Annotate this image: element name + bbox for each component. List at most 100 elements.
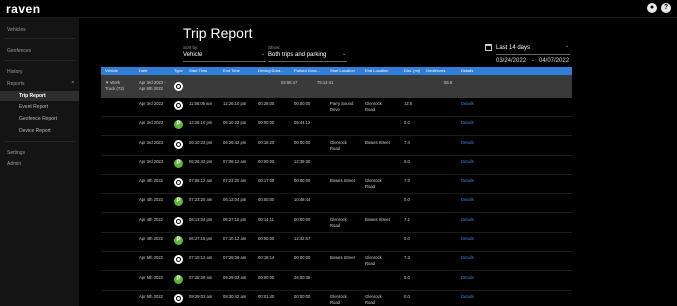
cell-parked: 00:00:00 bbox=[294, 294, 311, 299]
steering-wheel-icon bbox=[174, 140, 183, 149]
cell-end-location: Glenrock bbox=[365, 101, 382, 106]
table-row[interactable]: Apr 3rd 2022 12:26:10 pm 06:10:22 pm 00:00:… bbox=[101, 117, 572, 136]
column-header[interactable]: Details bbox=[461, 68, 473, 73]
cell-start-location: Glenrock bbox=[330, 217, 347, 222]
cell-start-time: 11:58:05 am bbox=[189, 101, 212, 106]
sidebar-item-settings[interactable]: Settings bbox=[7, 150, 25, 156]
cell-start-location: Drive bbox=[330, 107, 340, 112]
cell-dist: 7.2 bbox=[404, 217, 410, 222]
column-header[interactable]: Start Time bbox=[189, 68, 207, 73]
column-header[interactable]: Dist. (mi) bbox=[404, 68, 420, 73]
sidebar-item-geofence-report[interactable]: Geofence Report bbox=[0, 114, 79, 124]
cell-date: Apr 4th 2022 bbox=[139, 178, 163, 183]
chevron-up-icon[interactable]: ^ bbox=[72, 81, 74, 87]
cell-start-location: Bowes Street bbox=[330, 178, 355, 183]
cell-start-time: 06:27:15 pm bbox=[189, 236, 213, 241]
details-link[interactable]: Details bbox=[461, 140, 474, 146]
cell-end-time: 09:29:02 am bbox=[223, 275, 247, 280]
show-label: Show: bbox=[268, 45, 281, 50]
table-row[interactable]: Apr 4th 2022 06:13:04 pm 06:27:15 pm 00:14:… bbox=[101, 214, 572, 233]
column-header[interactable]: Geofences bbox=[426, 68, 445, 73]
cell-driving: 00:00:00 bbox=[258, 197, 275, 202]
cell-parked: 12:42:57 bbox=[294, 236, 311, 241]
steering-wheel-icon bbox=[174, 217, 183, 226]
cell-end-location: Road bbox=[365, 184, 376, 189]
cell-start-location: Road bbox=[330, 223, 341, 228]
details-link[interactable]: Details bbox=[461, 294, 474, 300]
date-from-input[interactable]: 03/24/2022 bbox=[496, 58, 526, 64]
table-row[interactable]: Apr 4th 2022 06:27:15 pm 07:10:12 am 00:00:… bbox=[101, 233, 572, 252]
column-header[interactable]: Vehicle bbox=[105, 68, 118, 73]
sidebar-divider bbox=[4, 141, 75, 142]
details-link[interactable]: Details bbox=[461, 178, 474, 184]
details-link[interactable]: Details bbox=[461, 159, 474, 165]
sidebar-item-admin[interactable]: Admin bbox=[7, 161, 21, 167]
column-header[interactable]: End Location bbox=[365, 68, 388, 73]
cell-date: Apr 4th 2022 bbox=[139, 217, 163, 222]
date-separator: - bbox=[532, 58, 534, 64]
cell-start-location: Road bbox=[330, 300, 341, 305]
table-row[interactable]: Apr 3rd 2022 11:58:05 am 12:26:10 pm 00:28:… bbox=[101, 98, 572, 117]
calendar-icon[interactable] bbox=[485, 44, 492, 51]
sidebar-item-trip-report[interactable]: Trip Report bbox=[0, 91, 79, 101]
sidebar-item-vehicles[interactable]: Vehicles bbox=[7, 27, 26, 33]
sidebar-divider bbox=[4, 60, 75, 61]
details-link[interactable]: Details bbox=[461, 217, 474, 223]
details-link[interactable]: Details bbox=[461, 197, 474, 203]
date-to-input[interactable]: 04/07/2022 bbox=[539, 58, 569, 64]
details-link[interactable]: Details bbox=[461, 120, 474, 126]
parking-icon: P bbox=[174, 197, 183, 206]
table-row[interactable]: Apr 4th 2022 07:23:20 am 06:13:04 pm 00:00:… bbox=[101, 194, 572, 213]
table-row[interactable]: Apr 5th 2022 07:10:12 am 07:28:26 am 00:18:… bbox=[101, 252, 572, 271]
table-row[interactable]: Apr 5th 2022 07:28:26 am 09:29:02 am 00:00:… bbox=[101, 272, 572, 291]
group-date-line1: Apr 3rd 2022 - bbox=[139, 80, 166, 85]
group-row[interactable]: ▼ Work Truck (73) Apr 3rd 2022 - Apr 6th… bbox=[101, 75, 572, 98]
cell-start-time: 09:29:02 am bbox=[189, 294, 213, 299]
cell-start-time: 06:10:22 pm bbox=[189, 140, 213, 145]
cell-end-time: 07:06:12 am bbox=[223, 159, 247, 164]
group-vehicle-line1[interactable]: ▼ Work bbox=[105, 80, 120, 86]
sidebar-item-history[interactable]: History bbox=[7, 69, 23, 75]
show-select[interactable]: Both trips and parking bbox=[268, 52, 326, 58]
cell-parked: 10:49:44 bbox=[294, 197, 311, 202]
column-header[interactable]: End Time bbox=[223, 68, 240, 73]
cell-driving: 00:16:20 bbox=[258, 140, 275, 145]
range-select[interactable]: Last 14 days bbox=[496, 45, 530, 51]
sidebar-item-geofences[interactable]: Geofences bbox=[7, 48, 31, 54]
chevron-down-icon[interactable]: ⌄ bbox=[342, 51, 346, 57]
cell-start-time: 07:23:20 am bbox=[189, 197, 213, 202]
cell-date: Apr 4th 2022 bbox=[139, 236, 163, 241]
cell-dist: 7.3 bbox=[404, 255, 410, 260]
table-row[interactable]: Apr 3rd 2022 06:26:42 pm 07:06:12 am 00:00:… bbox=[101, 156, 572, 175]
table-row[interactable]: Apr 4th 2022 07:06:12 am 07:23:20 am 00:17:… bbox=[101, 175, 572, 194]
cell-dist: 12.0 bbox=[404, 101, 413, 106]
details-link[interactable]: Details bbox=[461, 275, 474, 281]
table-row[interactable]: Apr 3rd 2022 06:10:22 pm 06:26:42 pm 00:16:… bbox=[101, 137, 572, 156]
cell-end-location: Road bbox=[365, 107, 376, 112]
user-icon[interactable]: ● bbox=[647, 3, 657, 13]
sidebar-item-reports[interactable]: Reports bbox=[7, 81, 25, 87]
column-header[interactable]: Date bbox=[139, 68, 147, 73]
cell-dist: 0.0 bbox=[404, 197, 410, 202]
table-row[interactable]: Apr 6th 2022 09:29:02 am 09:30:42 am 00:01:… bbox=[101, 291, 572, 306]
sidebar-item-device-report[interactable]: Device Report bbox=[0, 126, 79, 136]
sort-select[interactable]: Vehicle bbox=[183, 52, 202, 58]
cell-date: Apr 3rd 2022 bbox=[139, 159, 164, 164]
chevron-down-icon[interactable]: ⌄ bbox=[261, 51, 265, 57]
cell-dist: 0.0 bbox=[404, 120, 410, 125]
sidebar-item-event-report[interactable]: Event Report bbox=[0, 102, 79, 112]
cell-driving: 00:00:00 bbox=[258, 159, 275, 164]
chevron-down-icon[interactable]: ⌄ bbox=[565, 43, 569, 49]
column-header[interactable]: Parked Dura... bbox=[294, 68, 320, 73]
details-link[interactable]: Details bbox=[461, 255, 474, 261]
help-icon[interactable]: ? bbox=[661, 3, 671, 13]
column-header[interactable]: Start Location bbox=[330, 68, 355, 73]
details-link[interactable]: Details bbox=[461, 236, 474, 242]
cell-end-location: Glenrock bbox=[365, 178, 382, 183]
group-parked: 75:12:41 bbox=[317, 80, 334, 85]
sort-underline bbox=[183, 61, 266, 62]
column-header[interactable]: Driving Dura... bbox=[258, 68, 284, 73]
column-header[interactable]: Type bbox=[174, 68, 183, 73]
page-title: Trip Report bbox=[183, 25, 253, 41]
details-link[interactable]: Details bbox=[461, 101, 474, 107]
